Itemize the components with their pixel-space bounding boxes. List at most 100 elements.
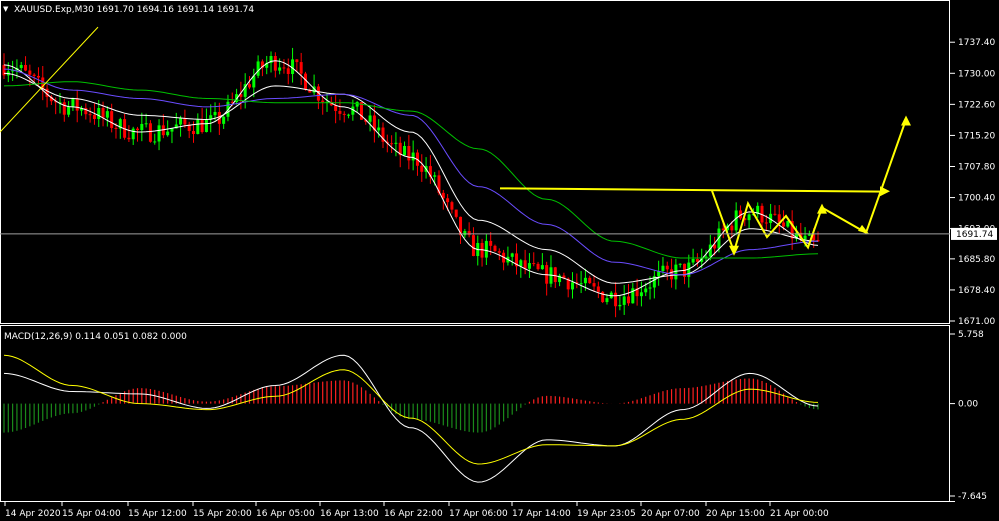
macd-panel-frame <box>0 325 950 502</box>
candle-body <box>256 61 260 76</box>
candle-body <box>489 240 493 246</box>
candle-body <box>347 114 351 116</box>
candle-body <box>596 286 600 292</box>
candle-body <box>97 108 101 120</box>
candle-body <box>782 222 786 227</box>
candle-body <box>101 108 105 118</box>
candle-body <box>36 75 40 78</box>
candle-body <box>433 175 437 177</box>
time-tick-label: 19 Apr 23:05 <box>577 509 636 519</box>
candle-body <box>605 298 609 303</box>
candle-body <box>497 251 501 253</box>
candle-body <box>583 277 587 284</box>
candle-body <box>179 118 183 125</box>
candle-body <box>463 231 467 236</box>
time-tick-label: 16 Apr 13:00 <box>320 509 379 519</box>
price-tick-label: 1707.80 <box>958 162 995 172</box>
candle-body <box>299 62 303 74</box>
current-price-label: 1691.74 <box>956 230 993 240</box>
candle-body <box>695 258 699 262</box>
candle-body <box>136 128 140 131</box>
arrow-head <box>729 245 739 256</box>
macd-tick-label: -7.645 <box>958 492 987 502</box>
candle-body <box>247 84 251 88</box>
candle-body <box>454 209 458 217</box>
arrow-head <box>880 186 890 197</box>
time-tick-label: 21 Apr 00:00 <box>770 509 829 519</box>
candle-body <box>747 214 751 221</box>
price-tick-label: 1715.20 <box>958 131 995 141</box>
candle-body <box>519 260 523 267</box>
candle-body <box>24 64 28 71</box>
arrow-head <box>901 115 911 126</box>
price-chart[interactable]: ▼ XAUUSD.Exp,M30 1691.70 1694.16 1691.14… <box>0 0 999 521</box>
candle-body <box>532 263 536 265</box>
candle-body <box>661 265 665 271</box>
candle-body <box>114 127 118 129</box>
time-tick-label: 15 Apr 12:00 <box>128 509 187 519</box>
signal-line <box>3 354 819 465</box>
candle-body <box>157 125 161 142</box>
candle-body <box>527 263 531 269</box>
candle-body <box>665 265 669 270</box>
time-tick-label: 20 Apr 07:00 <box>641 509 700 519</box>
candle-body <box>678 263 682 265</box>
candle-body <box>571 282 575 290</box>
candle-body <box>140 123 144 131</box>
annotations <box>499 115 911 256</box>
candle-body <box>334 105 338 111</box>
candle-body <box>88 114 92 116</box>
candle-body <box>618 304 622 307</box>
candle-body <box>403 145 407 156</box>
time-tick-label: 15 Apr 04:00 <box>62 509 121 519</box>
candle-body <box>493 245 497 252</box>
candle-body <box>273 56 277 71</box>
resistance-line <box>499 187 887 193</box>
candle-body <box>614 292 618 307</box>
price-tick-label: 1678.40 <box>958 286 995 296</box>
candle-body <box>540 265 544 270</box>
candle-body <box>166 131 170 136</box>
price-tick-label: 1737.40 <box>958 38 995 48</box>
candle-body <box>450 202 454 210</box>
candle-body <box>192 130 196 134</box>
candle-body <box>282 67 286 69</box>
price-tick-label: 1700.40 <box>958 194 995 204</box>
price-panel-frame <box>0 0 950 324</box>
candle-body <box>71 98 75 107</box>
time-tick-label: 17 Apr 06:00 <box>449 509 508 519</box>
candle-body <box>644 288 648 293</box>
candle-body <box>32 74 36 76</box>
candle-body <box>592 283 596 287</box>
price-tick-label: 1671.00 <box>958 317 995 327</box>
candle-body <box>148 123 152 142</box>
candle-body <box>471 235 475 257</box>
moving-average-line <box>3 81 819 259</box>
candle-body <box>377 127 381 131</box>
candle-body <box>648 287 652 289</box>
candle-body <box>420 165 424 172</box>
price-tick-label: 1730.00 <box>958 69 995 79</box>
macd-tick-label: 0.00 <box>958 400 978 410</box>
candle-body <box>278 67 282 71</box>
candle-body <box>721 228 725 231</box>
candle-body <box>62 102 66 115</box>
moving-average-line <box>3 72 819 284</box>
candle-body <box>127 137 131 140</box>
price-axis: 1737.40 1730.00 1722.60 1715.20 1707.80 1700.… <box>950 38 995 327</box>
macd-indicator <box>3 354 819 483</box>
yellow-ma-line <box>0 26 99 133</box>
candle-body <box>213 111 217 116</box>
candle-body <box>467 231 471 236</box>
candle-body <box>622 296 626 305</box>
time-tick-label: 14 Apr 2020 <box>5 509 61 519</box>
time-tick-label: 15 Apr 20:00 <box>193 509 252 519</box>
candle-body <box>110 111 114 128</box>
candle-body <box>291 59 295 74</box>
candle-body <box>390 143 394 145</box>
candle-body <box>286 68 290 74</box>
candle-body <box>19 64 23 68</box>
macd-header: MACD(12,26,9) 0.114 0.051 0.082 0.000 <box>4 332 187 342</box>
candle-body <box>144 123 148 125</box>
triangle-down-icon[interactable]: ▼ <box>3 5 9 13</box>
